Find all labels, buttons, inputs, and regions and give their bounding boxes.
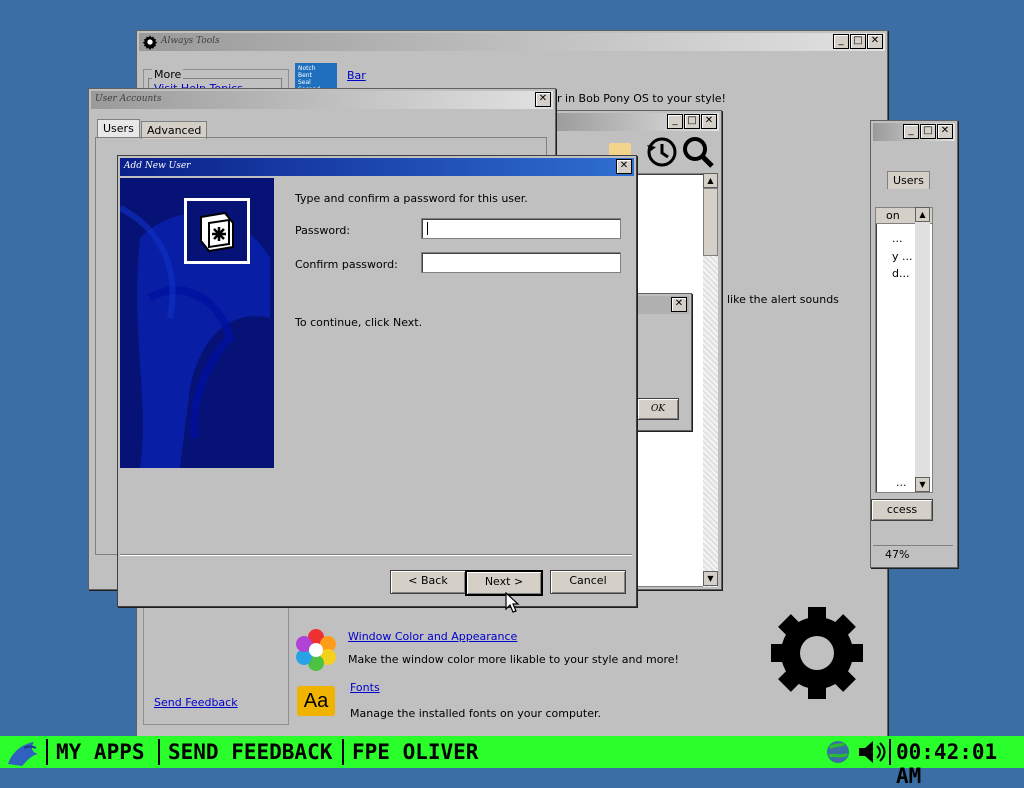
bar-icon: Notch Bent Seal Second (295, 63, 337, 93)
clock[interactable]: 00:42:01 AM (896, 740, 1024, 788)
taskbar-separator (342, 739, 344, 765)
taskbar-separator (889, 739, 891, 765)
text-cursor (427, 222, 428, 235)
add-user-dialog: Add New User ✕ Type and confirm a passwo… (117, 155, 637, 607)
dialog-title-script: Add New User (124, 161, 191, 171)
bird-start-icon[interactable] (4, 738, 44, 768)
fonts-icon: Aa (297, 686, 335, 716)
history-icon[interactable] (645, 135, 679, 169)
close-button[interactable]: ✕ (701, 114, 717, 129)
key-icon (184, 198, 250, 264)
password-field[interactable] (421, 218, 621, 239)
settings-gear-icon[interactable] (767, 603, 867, 703)
password-label: Password: (295, 224, 351, 237)
minimize-button[interactable]: _ (903, 124, 919, 139)
volume-icon[interactable] (856, 738, 886, 766)
access-button[interactable]: ccess (871, 499, 933, 521)
fonts-link[interactable]: Fonts (350, 681, 380, 694)
middle-window-titlebar[interactable]: _ □ ✕ (551, 113, 719, 131)
close-button[interactable]: ✕ (867, 34, 883, 49)
wizard-side-panel (120, 178, 274, 468)
maximize-button[interactable]: □ (920, 124, 936, 139)
network-icon[interactable] (824, 738, 852, 766)
folder-icon (609, 143, 631, 155)
content-scrollbar[interactable]: ▲ ▼ (703, 173, 718, 587)
taskbar-separator (46, 739, 48, 765)
mouse-pointer-icon (505, 592, 520, 613)
ok-button[interactable]: OK (637, 398, 679, 420)
status-percent: 47% (885, 548, 910, 561)
tab-users[interactable]: Users (97, 119, 140, 137)
minimize-button[interactable]: _ (833, 34, 849, 49)
scroll-up-arrow[interactable]: ▲ (915, 207, 930, 222)
scroll-down-arrow[interactable]: ▼ (915, 477, 930, 492)
dialog-divider (120, 554, 632, 556)
minimize-button[interactable]: _ (667, 114, 683, 129)
control-panel-titlebar[interactable]: Always Tools _ □ ✕ (139, 33, 885, 51)
maximize-button[interactable]: □ (684, 114, 700, 129)
right-window-titlebar[interactable]: _ □ ✕ (873, 123, 955, 141)
user-accounts-titlebar[interactable]: User Accounts ✕ (91, 91, 553, 109)
send-feedback-button[interactable]: SEND FEEDBACK (168, 740, 332, 764)
taskbar: MY APPS SEND FEEDBACK FPE OLIVER 00:42:0… (0, 736, 1024, 788)
list-item[interactable]: d... (892, 267, 909, 280)
confirm-password-field[interactable] (421, 252, 621, 273)
tab-users[interactable]: Users (887, 171, 930, 189)
bar-link[interactable]: Bar (347, 69, 366, 82)
personalize-text: r in Bob Pony OS to your style! (557, 92, 726, 105)
list-item[interactable]: ... (892, 232, 903, 245)
window-title-script: User Accounts (95, 94, 162, 104)
list-item[interactable]: y ... (892, 250, 913, 263)
window-color-description: Make the window color more likable to yo… (348, 653, 679, 666)
my-apps-button[interactable]: MY APPS (56, 740, 145, 764)
color-wheel-icon (296, 629, 336, 671)
instruction-text: Type and confirm a password for this use… (295, 192, 528, 205)
user-name-button[interactable]: FPE OLIVER (352, 740, 478, 764)
confirm-password-label: Confirm password: (295, 258, 398, 271)
cancel-button[interactable]: Cancel (550, 570, 626, 594)
right-window: _ □ ✕ Users on ... y ... d... ... ▲ ▼ cc… (870, 120, 958, 568)
status-bar: 47% (873, 545, 953, 562)
scroll-up-arrow[interactable]: ▲ (703, 173, 718, 188)
listview-scrollbar[interactable]: ▲ ▼ (915, 207, 930, 492)
window-color-link[interactable]: Window Color and Appearance (348, 630, 517, 643)
back-button[interactable]: < Back (390, 570, 466, 594)
fonts-description: Manage the installed fonts on your compu… (350, 707, 601, 720)
maximize-button[interactable]: □ (850, 34, 866, 49)
magnify-icon[interactable] (681, 135, 715, 169)
close-button[interactable]: ✕ (671, 297, 687, 312)
window-title-script: Always Tools (161, 36, 220, 46)
sounds-text: like the alert sounds (727, 293, 839, 306)
gear-icon (142, 35, 158, 50)
close-button[interactable]: ✕ (535, 92, 551, 107)
close-button[interactable]: ✕ (937, 124, 953, 139)
close-button[interactable]: ✕ (616, 159, 632, 174)
list-item[interactable]: ... (896, 476, 907, 489)
continue-text: To continue, click Next. (295, 316, 423, 329)
scroll-thumb[interactable] (703, 188, 718, 256)
taskbar-separator (158, 739, 160, 765)
more-label: More (152, 68, 184, 81)
send-feedback-link[interactable]: Send Feedback (154, 696, 238, 709)
dialog-titlebar[interactable]: Add New User ✕ (120, 158, 634, 176)
next-button[interactable]: Next > (465, 570, 543, 596)
scroll-down-arrow[interactable]: ▼ (703, 571, 718, 586)
